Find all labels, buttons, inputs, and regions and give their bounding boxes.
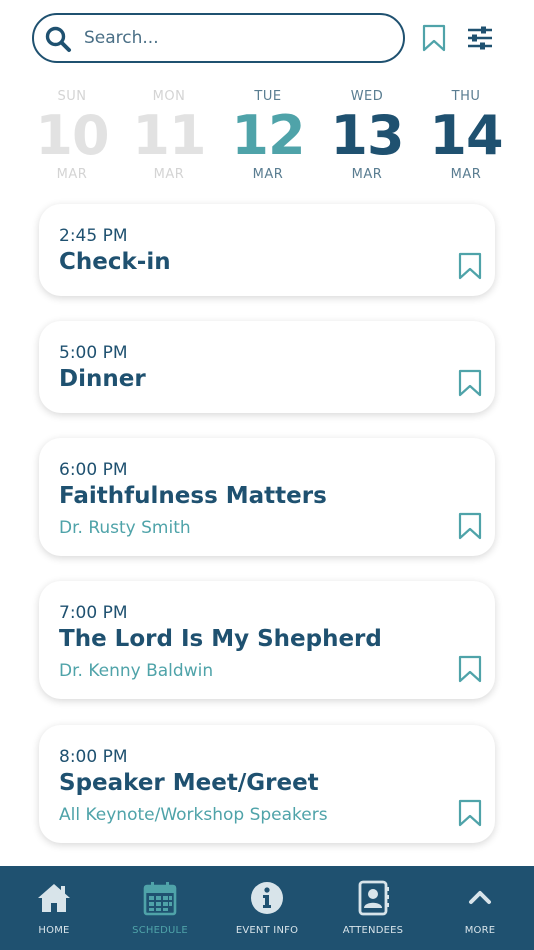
date-thu-14[interactable]: THU 14 MAR (416, 88, 516, 186)
nav-home[interactable]: HOME (1, 866, 107, 950)
contacts-icon (358, 880, 389, 916)
filter-sliders-icon[interactable] (466, 25, 494, 51)
day-number: 11 (132, 104, 206, 167)
nav-event-info[interactable]: EVENT INFO (214, 866, 320, 950)
bottom-nav: HOME SCHEDULE EVENT INFO ATTENDEES MORE (0, 866, 534, 950)
event-card[interactable]: 8:00 PM Speaker Meet/Greet All Keynote/W… (39, 725, 495, 843)
date-mon-11[interactable]: MON 11 MAR (119, 88, 219, 186)
home-icon (38, 884, 70, 912)
month: MAR (252, 167, 284, 182)
bookmark-icon[interactable] (458, 369, 482, 397)
nav-schedule[interactable]: SCHEDULE (107, 866, 213, 950)
day-number: 12 (231, 104, 305, 167)
nav-label: SCHEDULE (132, 925, 188, 936)
event-title: The Lord Is My Shepherd (59, 626, 382, 652)
day-number: 13 (330, 104, 404, 167)
event-title: Faithfulness Matters (59, 483, 327, 509)
event-card[interactable]: 2:45 PM Check-in (39, 204, 495, 296)
chevron-up-icon (469, 891, 491, 904)
bookmark-icon[interactable] (458, 655, 482, 683)
search-bar[interactable] (32, 13, 405, 63)
bookmark-icon[interactable] (458, 799, 482, 827)
nav-label: EVENT INFO (235, 925, 299, 936)
month: MAR (450, 167, 482, 182)
event-speaker: Dr. Rusty Smith (59, 518, 191, 538)
date-wed-13[interactable]: WED 13 MAR (317, 88, 417, 186)
info-icon (251, 882, 283, 914)
calendar-icon (143, 882, 177, 916)
bookmark-icon[interactable] (458, 252, 482, 280)
event-time: 8:00 PM (59, 747, 128, 767)
search-input[interactable] (84, 23, 384, 53)
bookmark-icon[interactable] (458, 512, 482, 540)
nav-label: HOME (38, 925, 70, 936)
event-time: 2:45 PM (59, 226, 128, 246)
date-tue-12[interactable]: TUE 12 MAR (218, 88, 318, 186)
event-card[interactable]: 6:00 PM Faithfulness Matters Dr. Rusty S… (39, 438, 495, 556)
top-bar (0, 0, 534, 80)
nav-more[interactable]: MORE (427, 866, 533, 950)
month: MAR (153, 167, 185, 182)
event-time: 7:00 PM (59, 603, 128, 623)
date-sun-10[interactable]: SUN 10 MAR (22, 88, 122, 186)
event-card[interactable]: 5:00 PM Dinner (39, 321, 495, 413)
search-icon (45, 26, 71, 52)
event-time: 5:00 PM (59, 343, 128, 363)
day-number: 14 (429, 104, 503, 167)
event-speaker: All Keynote/Workshop Speakers (59, 805, 328, 825)
day-number: 10 (35, 104, 109, 167)
event-speaker: Dr. Kenny Baldwin (59, 661, 214, 681)
nav-attendees[interactable]: ATTENDEES (320, 866, 426, 950)
nav-label: ATTENDEES (342, 925, 404, 936)
bookmark-icon[interactable] (421, 24, 447, 52)
event-title: Dinner (59, 366, 146, 392)
month: MAR (351, 167, 383, 182)
event-title: Check-in (59, 249, 171, 275)
event-card[interactable]: 7:00 PM The Lord Is My Shepherd Dr. Kenn… (39, 581, 495, 699)
month: MAR (56, 167, 88, 182)
date-selector: SUN 10 MAR MON 11 MAR TUE 12 MAR WED 13 … (22, 88, 518, 188)
event-title: Speaker Meet/Greet (59, 770, 319, 796)
event-time: 6:00 PM (59, 460, 128, 480)
nav-label: MORE (464, 925, 496, 936)
